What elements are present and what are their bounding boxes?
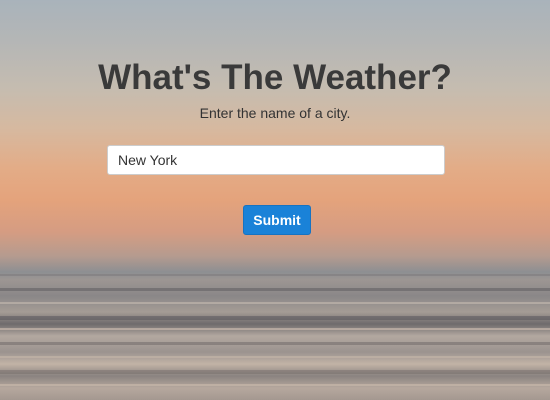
city-input[interactable]	[107, 145, 445, 175]
page-title: What's The Weather?	[98, 58, 452, 97]
submit-button[interactable]: Submit	[243, 205, 311, 235]
page-subtitle: Enter the name of a city.	[199, 105, 351, 121]
sea-background	[0, 268, 550, 400]
